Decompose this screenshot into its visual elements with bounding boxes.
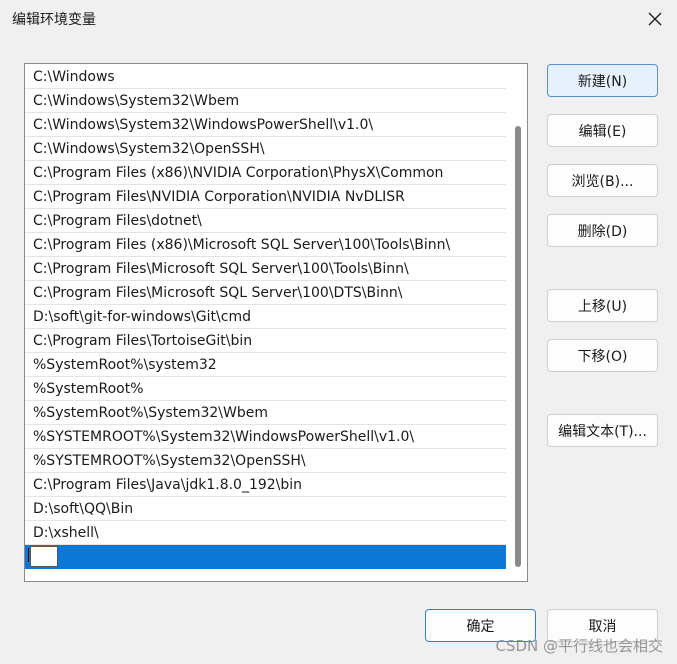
list-item[interactable]: D:\soft\git-for-windows\Git\cmd bbox=[25, 305, 506, 329]
list-item[interactable]: D:\xshell\ bbox=[25, 521, 506, 545]
inline-edit-input[interactable] bbox=[30, 546, 58, 567]
title-bar: 编辑环境变量 bbox=[0, 0, 677, 38]
list-item[interactable]: %SystemRoot% bbox=[25, 377, 506, 401]
list-item[interactable]: C:\Program Files\Microsoft SQL Server\10… bbox=[25, 257, 506, 281]
edit-button[interactable]: 编辑(E) bbox=[547, 114, 658, 147]
path-list-items: C:\Windows C:\Windows\System32\Wbem C:\Win… bbox=[25, 65, 506, 569]
new-button[interactable]: 新建(N) bbox=[547, 64, 658, 97]
list-item[interactable]: C:\Windows\System32\OpenSSH\ bbox=[25, 137, 506, 161]
list-item[interactable]: C:\Program Files\NVIDIA Corporation\NVID… bbox=[25, 185, 506, 209]
delete-button[interactable]: 删除(D) bbox=[547, 214, 658, 247]
dialog-title: 编辑环境变量 bbox=[12, 12, 96, 28]
edit-text-button[interactable]: 编辑文本(T)... bbox=[547, 414, 658, 447]
list-item[interactable]: C:\Program Files\Microsoft SQL Server\10… bbox=[25, 281, 506, 305]
list-item[interactable]: C:\Program Files\dotnet\ bbox=[25, 209, 506, 233]
list-item[interactable]: C:\Program Files (x86)\Microsoft SQL Ser… bbox=[25, 233, 506, 257]
list-item[interactable]: C:\Windows\System32\Wbem bbox=[25, 89, 506, 113]
list-item[interactable]: C:\Windows\System32\WindowsPowerShell\v1… bbox=[25, 113, 506, 137]
list-item-editing[interactable] bbox=[25, 545, 506, 569]
browse-button[interactable]: 浏览(B)... bbox=[547, 164, 658, 197]
list-item[interactable]: C:\Program Files (x86)\NVIDIA Corporatio… bbox=[25, 161, 506, 185]
close-icon bbox=[648, 12, 662, 26]
vertical-scrollbar[interactable] bbox=[513, 70, 521, 575]
close-button[interactable] bbox=[639, 4, 671, 34]
list-item[interactable]: C:\Program Files\Java\jdk1.8.0_192\bin bbox=[25, 473, 506, 497]
list-item[interactable]: %SystemRoot%\System32\Wbem bbox=[25, 401, 506, 425]
list-item[interactable]: C:\Program Files\TortoiseGit\bin bbox=[25, 329, 506, 353]
list-item[interactable]: C:\Windows bbox=[25, 65, 506, 89]
list-item[interactable]: %SYSTEMROOT%\System32\OpenSSH\ bbox=[25, 449, 506, 473]
edit-env-var-dialog: 编辑环境变量 C:\Windows C:\Windows\System32\Wbe… bbox=[0, 0, 677, 664]
list-item[interactable]: D:\soft\QQ\Bin bbox=[25, 497, 506, 521]
text-caret bbox=[28, 548, 29, 562]
scrollbar-thumb[interactable] bbox=[515, 126, 521, 567]
path-list[interactable]: C:\Windows C:\Windows\System32\Wbem C:\Win… bbox=[24, 63, 528, 582]
move-up-button[interactable]: 上移(U) bbox=[547, 289, 658, 322]
watermark: CSDN @平行线也会相交 bbox=[495, 637, 663, 655]
list-item[interactable]: %SystemRoot%\system32 bbox=[25, 353, 506, 377]
list-item[interactable]: %SYSTEMROOT%\System32\WindowsPowerShell\… bbox=[25, 425, 506, 449]
move-down-button[interactable]: 下移(O) bbox=[547, 339, 658, 372]
